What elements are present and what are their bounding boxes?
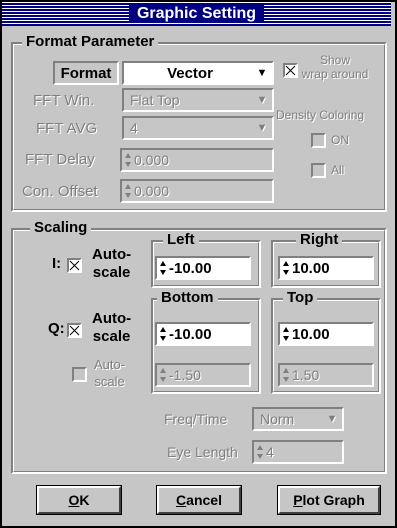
fft-delay-value: 0.000 <box>134 152 170 168</box>
density-coloring-label: Density Coloring <box>276 108 365 122</box>
show-wrap-label: Show wrap around <box>301 53 369 81</box>
ok-button[interactable]: OK <box>36 485 122 515</box>
spinner-icon[interactable] <box>159 260 167 276</box>
cancel-button-label: Cancel <box>176 492 222 508</box>
aux-autoscale-label: Auto- scale <box>94 357 126 389</box>
freq-time-value: Norm <box>260 411 295 427</box>
i-autoscale-label: Auto- scale <box>92 246 132 281</box>
top-legend: Top <box>283 290 318 306</box>
right-value: 10.00 <box>292 259 330 277</box>
left-legend: Left <box>163 232 199 248</box>
con-offset-input: 0.000 <box>120 179 274 203</box>
plot-graph-button-label: Plot Graph <box>293 492 365 508</box>
format-select-value: Vector <box>167 64 213 82</box>
spinner-icon <box>256 444 264 460</box>
fft-avg-label: FFT AVG <box>36 120 98 137</box>
spinner-icon[interactable] <box>282 260 290 276</box>
i-label: I: <box>52 255 62 272</box>
fft-win-select: Flat Top ▼ <box>122 88 274 112</box>
i-autoscale-checkbox[interactable] <box>67 258 82 273</box>
top-input[interactable]: 10.00 <box>278 322 374 346</box>
format-parameter-legend: Format Parameter <box>22 34 159 50</box>
spinner-icon <box>282 367 290 383</box>
aux-bottom-input: -1.50 <box>155 363 251 387</box>
fft-avg-value: 4 <box>130 120 138 136</box>
spinner-icon <box>124 152 132 168</box>
chevron-down-icon: ▼ <box>256 122 268 134</box>
fft-delay-label: FFT Delay <box>25 151 95 168</box>
format-label-box: Format <box>53 61 119 85</box>
right-input[interactable]: 10.00 <box>278 256 374 280</box>
eye-length-label: Eye Length <box>167 444 238 460</box>
scaling-legend: Scaling <box>30 220 92 236</box>
format-select[interactable]: Vector ▼ <box>122 61 274 85</box>
q-autoscale-label: Auto- scale <box>92 310 132 345</box>
left-input[interactable]: -10.00 <box>155 256 251 280</box>
fft-delay-input: 0.000 <box>120 148 274 172</box>
check-x-icon <box>69 325 80 336</box>
plot-graph-button[interactable]: Plot Graph <box>277 485 381 515</box>
right-legend: Right <box>296 232 343 248</box>
eye-length-input: 4 <box>252 440 344 464</box>
format-label: Format <box>60 64 112 82</box>
bottom-value: -10.00 <box>169 325 212 343</box>
con-offset-label: Con. Offset <box>22 183 98 200</box>
aux-top-input: 1.50 <box>278 363 374 387</box>
show-wrap-checkbox[interactable] <box>283 63 298 78</box>
aux-bottom-value: -1.50 <box>169 367 201 383</box>
fft-win-label: FFT Win. <box>33 92 95 109</box>
check-x-icon <box>285 65 296 76</box>
format-dropdown-button[interactable]: ▼ <box>253 64 271 82</box>
fft-avg-select: 4 ▼ <box>122 116 274 140</box>
cancel-button[interactable]: Cancel <box>156 485 242 515</box>
dialog-title: Graphic Setting <box>128 5 265 22</box>
check-x-icon <box>69 260 80 271</box>
spinner-icon <box>159 367 167 383</box>
density-on-label: ON <box>331 133 349 147</box>
ok-button-label: OK <box>68 492 90 508</box>
left-value: -10.00 <box>169 259 212 277</box>
title-bar[interactable]: Graphic Setting <box>2 2 391 26</box>
eye-length-value: 4 <box>266 444 274 460</box>
fft-win-value: Flat Top <box>130 92 180 108</box>
bottom-input[interactable]: -10.00 <box>155 322 251 346</box>
density-all-label: All <box>331 163 345 177</box>
aux-top-value: 1.50 <box>292 367 320 383</box>
spinner-icon[interactable] <box>159 326 167 342</box>
top-value: 10.00 <box>292 325 330 343</box>
density-on-checkbox <box>311 133 326 148</box>
freq-time-label: Freq/Time <box>164 411 228 427</box>
chevron-down-icon: ▼ <box>326 413 338 425</box>
chevron-down-icon: ▼ <box>256 94 268 106</box>
chevron-down-icon: ▼ <box>256 67 268 79</box>
con-offset-value: 0.000 <box>134 183 170 199</box>
aux-autoscale-checkbox <box>72 367 87 382</box>
q-label: Q: <box>48 320 65 337</box>
freq-time-select: Norm ▼ <box>252 407 344 431</box>
spinner-icon <box>124 183 132 199</box>
q-autoscale-checkbox[interactable] <box>67 323 82 338</box>
spinner-icon[interactable] <box>282 326 290 342</box>
bottom-legend: Bottom <box>157 290 218 306</box>
density-all-checkbox <box>311 163 326 178</box>
